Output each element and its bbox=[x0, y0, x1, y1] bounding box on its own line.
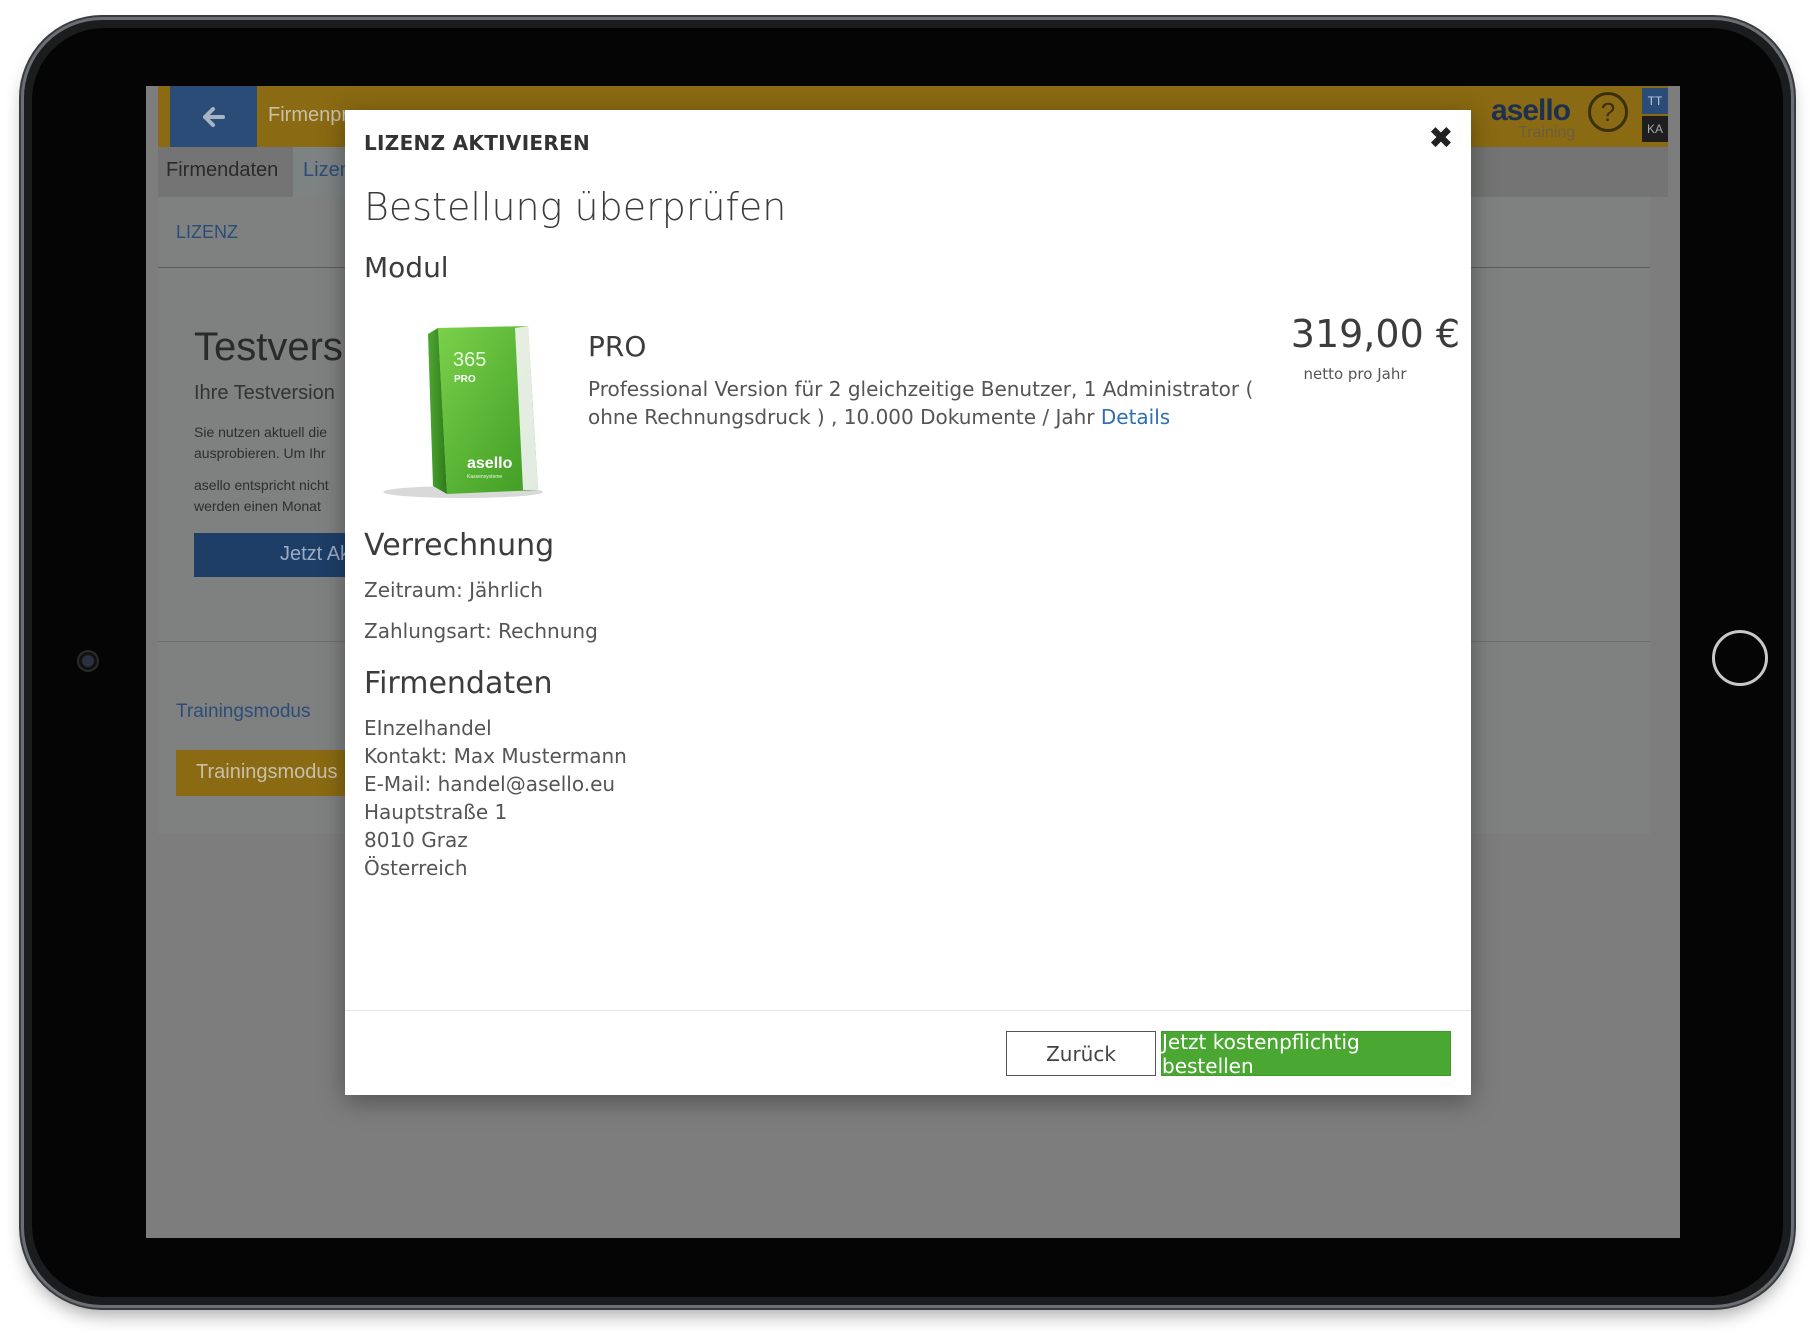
tab-firmendaten[interactable]: Firmendaten bbox=[166, 159, 278, 182]
company-details: EInzelhandel Kontakt: Max Mustermann E-M… bbox=[364, 714, 627, 882]
brand-subtitle: Training bbox=[1518, 124, 1576, 141]
billing-heading: Verrechnung bbox=[364, 528, 555, 563]
back-button[interactable]: Zurück bbox=[1006, 1031, 1156, 1076]
arrow-left-icon bbox=[202, 106, 225, 127]
company-country: Österreich bbox=[364, 856, 468, 880]
price-note: netto pro Jahr bbox=[1303, 365, 1407, 383]
product-description: Professional Version für 2 gleichzeitige… bbox=[588, 375, 1268, 431]
user-badge-ka[interactable]: KA bbox=[1642, 116, 1668, 142]
company-contact: Kontakt: Max Mustermann bbox=[364, 744, 627, 768]
company-heading: Firmendaten bbox=[364, 666, 553, 701]
close-icon[interactable]: ✖ bbox=[1425, 121, 1457, 156]
trial-text: asello entspricht nicht werden einen Mon… bbox=[194, 477, 329, 514]
company-name: EInzelhandel bbox=[364, 716, 492, 740]
box-brand: asello bbox=[467, 455, 513, 472]
license-activation-dialog: LIZENZ AKTIVIEREN ✖ Bestellung überprüfe… bbox=[345, 110, 1471, 1095]
details-link[interactable]: Details bbox=[1101, 405, 1170, 429]
dialog-title: Bestellung überprüfen bbox=[364, 185, 787, 229]
product-box-image: 365 PRO asello Kassensysteme bbox=[383, 320, 563, 500]
order-button[interactable]: Jetzt kostenpflichtig bestellen bbox=[1161, 1030, 1451, 1078]
box-brand-sub: Kassensysteme bbox=[467, 474, 503, 480]
trial-subtitle: Ihre Testversion bbox=[194, 382, 335, 404]
trial-title: Testvers bbox=[194, 325, 343, 369]
product-box-icon: 365 PRO asello Kassensysteme bbox=[383, 326, 543, 498]
help-icon[interactable]: ? bbox=[1588, 92, 1628, 132]
product-name: PRO bbox=[588, 330, 647, 363]
home-button[interactable] bbox=[1712, 630, 1768, 686]
dialog-header-title: LIZENZ AKTIVIEREN bbox=[364, 131, 591, 155]
brand-logo: asello bbox=[1491, 94, 1571, 127]
company-city: 8010 Graz bbox=[364, 828, 468, 852]
page-title: Firmenpr bbox=[268, 104, 349, 126]
trial-text: Sie nutzen aktuell die ausprobieren. Um … bbox=[194, 424, 328, 461]
product-price: 319,00 € bbox=[1290, 312, 1460, 356]
user-badge-tt[interactable]: TT bbox=[1642, 88, 1668, 114]
section-label: LIZENZ bbox=[176, 222, 239, 242]
camera-icon bbox=[79, 652, 97, 670]
modul-heading: Modul bbox=[364, 251, 449, 284]
billing-payment-method: Zahlungsart: Rechnung bbox=[364, 619, 598, 643]
company-street: Hauptstraße 1 bbox=[364, 800, 508, 824]
box-label-pro: PRO bbox=[454, 374, 476, 385]
company-email: E-Mail: handel@asello.eu bbox=[364, 772, 616, 796]
training-mode-link[interactable]: Trainingsmodus bbox=[176, 701, 310, 723]
billing-period: Zeitraum: Jährlich bbox=[364, 578, 543, 602]
back-arrow-button[interactable] bbox=[170, 86, 257, 147]
footer-divider bbox=[345, 1010, 1471, 1011]
box-label-365: 365 bbox=[453, 349, 486, 371]
activate-now-button[interactable]: Jetzt Ak bbox=[194, 533, 364, 577]
training-mode-button[interactable]: Trainingsmodus bbox=[176, 750, 356, 796]
